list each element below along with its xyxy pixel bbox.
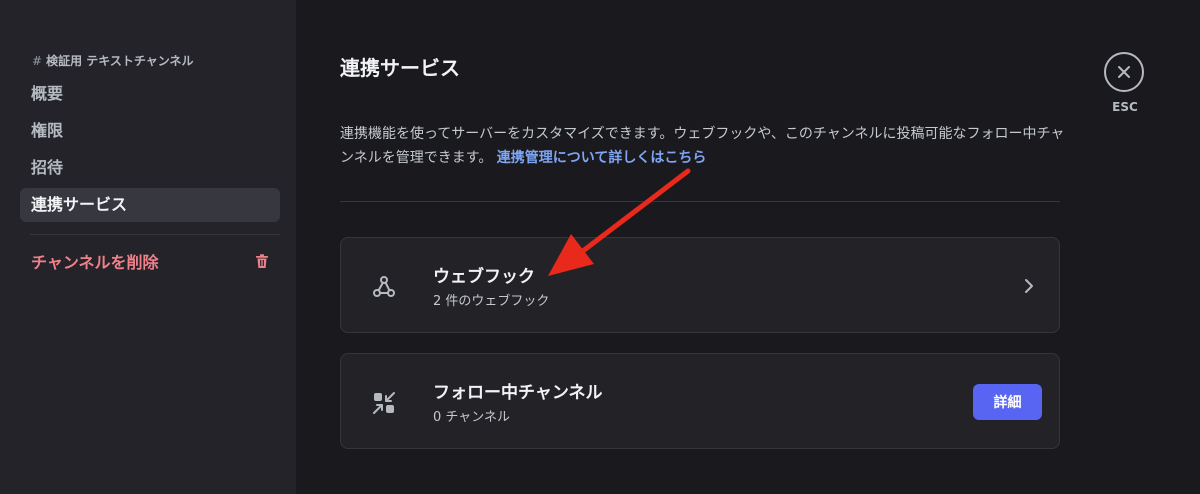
details-button[interactable]: 詳細: [973, 384, 1042, 420]
webhooks-count: 2 件のウェブフック: [433, 294, 550, 309]
page-title: 連携サービス: [340, 56, 460, 80]
webhooks-card[interactable]: ウェブフック 2 件のウェブフック: [340, 237, 1060, 333]
hash-icon: #: [32, 53, 43, 68]
trash-icon: [256, 254, 268, 268]
content-divider: [340, 201, 1060, 202]
webhook-icon: [371, 274, 397, 300]
sidebar-item-overview[interactable]: 概要: [20, 77, 280, 111]
delete-channel-label: チャンネルを削除: [31, 253, 159, 272]
chevron-right-icon: [1025, 279, 1033, 293]
followed-channels-count: 0 チャンネル: [433, 410, 511, 425]
close-settings[interactable]: ESC: [1104, 52, 1146, 114]
sidebar-divider: [30, 234, 280, 235]
followed-channels-card: フォロー中チャンネル 0 チャンネル 詳細: [340, 353, 1060, 449]
close-icon: [1118, 66, 1130, 78]
sidebar-item-invites[interactable]: 招待: [20, 151, 280, 185]
main-content: 連携サービス 連携機能を使ってサーバーをカスタマイズできます。ウェブフックや、こ…: [296, 0, 1200, 494]
delete-channel-button[interactable]: チャンネルを削除: [20, 244, 280, 278]
settings-sidebar: # 検証用 テキストチャンネル 概要 権限 招待 連携サービス チャンネルを削除: [0, 0, 296, 494]
channel-name-header: # 検証用 テキストチャンネル: [32, 52, 194, 69]
sidebar-item-permissions[interactable]: 権限: [20, 114, 280, 148]
followed-channels-title: フォロー中チャンネル: [433, 383, 603, 403]
learn-more-link[interactable]: 連携管理について詳しくはこちら: [497, 150, 707, 166]
sidebar-item-integrations[interactable]: 連携サービス: [20, 188, 280, 222]
esc-label: ESC: [1112, 100, 1138, 114]
page-description: 連携機能を使ってサーバーをカスタマイズできます。ウェブフックや、このチャンネルに…: [340, 122, 1070, 170]
close-button[interactable]: [1104, 52, 1144, 92]
followed-channel-icon: [371, 390, 397, 416]
channel-name-label: 検証用 テキストチャンネル: [46, 54, 194, 68]
webhooks-title: ウェブフック: [433, 267, 535, 287]
